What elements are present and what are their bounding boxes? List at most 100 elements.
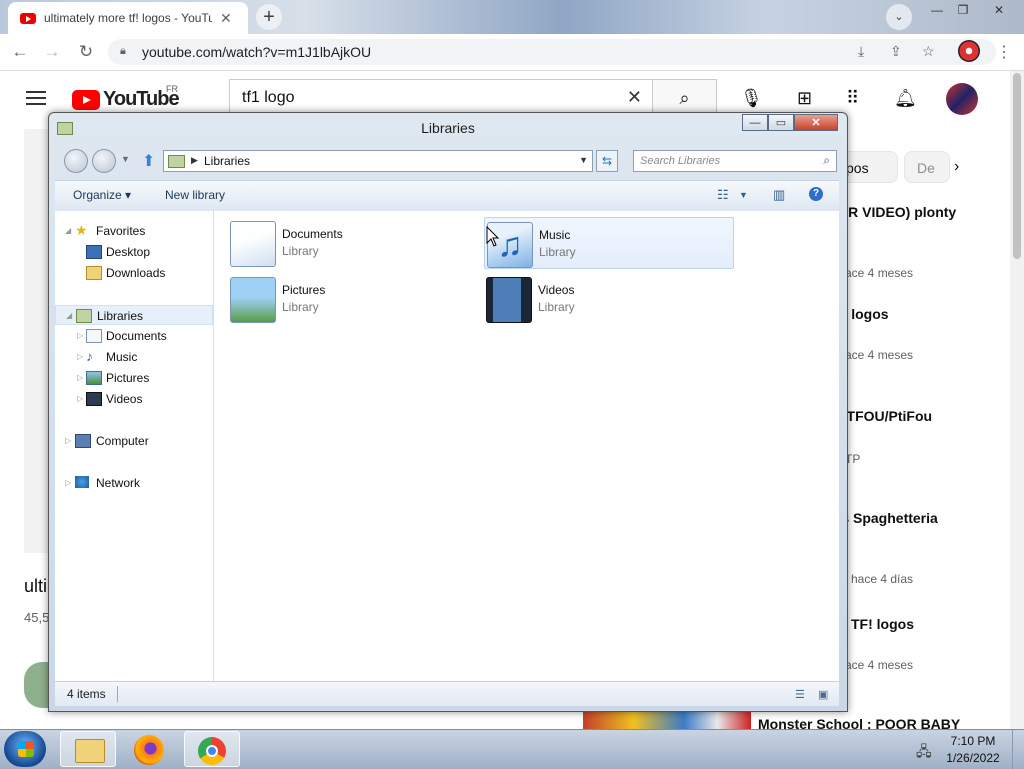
nav-network[interactable]: ▷ Network	[55, 473, 213, 493]
tab-search-button[interactable]: ⌄	[886, 4, 912, 30]
notifications-bell-icon[interactable]: 🔔︎	[894, 88, 917, 109]
related-video-title[interactable]: TF! logos	[851, 616, 914, 632]
clock-date[interactable]: 1/26/2022	[942, 751, 1004, 765]
library-pictures[interactable]: Pictures Library	[228, 273, 476, 325]
nav-music[interactable]: ▷ ♪ Music	[55, 347, 213, 367]
videos-film-icon	[86, 392, 102, 406]
breadcrumb[interactable]: Libraries	[204, 154, 250, 168]
nav-favorites[interactable]: ◢ ★ Favorites	[55, 221, 213, 241]
clear-search-icon[interactable]: ✕	[627, 87, 642, 108]
url-text: youtube.com/watch?v=m1J1lbAjkOU	[142, 44, 372, 60]
back-button[interactable]	[64, 149, 88, 173]
minimize-browser-button[interactable]: —	[924, 2, 950, 18]
menu-icon[interactable]	[26, 91, 46, 105]
new-tab-button[interactable]: +	[256, 4, 282, 30]
browser-toolbar: ← → ↻ 🔒︎ youtube.com/watch?v=m1J1lbAjkOU…	[0, 34, 1024, 71]
chip-de[interactable]: De	[904, 151, 950, 183]
organize-button[interactable]: Organize ▾	[73, 188, 131, 202]
nav-documents[interactable]: ▷ Documents	[55, 326, 213, 346]
nav-computer[interactable]: ▷ Computer	[55, 431, 213, 451]
microphone-icon[interactable]: 🎙︎	[740, 88, 763, 109]
command-bar: Organize ▾ New library ☷ ▼ ▥ ?	[55, 180, 839, 212]
nav-pictures[interactable]: ▷ Pictures	[55, 368, 213, 388]
library-videos[interactable]: Videos Library	[484, 273, 732, 325]
minimize-button[interactable]: —	[742, 114, 768, 131]
share-icon[interactable]: ⇪	[890, 43, 902, 60]
youtube-favicon-icon	[20, 12, 36, 24]
close-button[interactable]: ✕	[794, 114, 838, 131]
large-icons-view-icon[interactable]: ▣	[818, 688, 828, 701]
nav-videos[interactable]: ▷ Videos	[55, 389, 213, 409]
desktop-icon	[86, 245, 102, 259]
view-options-dropdown-icon[interactable]: ▼	[739, 190, 748, 200]
music-note-icon: ♪	[86, 348, 93, 364]
tab-close-icon[interactable]: ✕	[220, 10, 232, 27]
explorer-search-input[interactable]: Search Libraries ⌕	[633, 150, 837, 172]
related-video-meta: ace 4 meses	[845, 658, 914, 672]
new-library-button[interactable]: New library	[165, 188, 225, 202]
country-code: FR	[166, 84, 178, 94]
change-view-icon[interactable]: ☷	[717, 187, 729, 203]
network-tray-icon[interactable]: 🖧	[916, 741, 932, 765]
lock-icon: 🔒︎	[120, 45, 126, 57]
browser-tab[interactable]: ultimately more tf! logos - YouTube ✕	[8, 2, 248, 34]
breadcrumb-arrow-icon[interactable]: ▶	[191, 155, 198, 166]
page-scrollbar[interactable]	[1010, 71, 1024, 729]
documents-library-icon	[230, 221, 276, 267]
related-video-thumbnail[interactable]	[583, 712, 751, 730]
chrome-profile-avatar[interactable]	[958, 40, 980, 62]
maximize-button[interactable]: ▭	[768, 114, 794, 131]
taskbar-firefox-button[interactable]	[122, 731, 178, 767]
forward-button[interactable]	[92, 149, 116, 173]
create-video-icon[interactable]: ⊞	[797, 88, 812, 109]
preview-pane-icon[interactable]: ▥	[773, 187, 785, 203]
up-arrow-icon[interactable]: ⬆	[142, 151, 155, 171]
recent-pages-dropdown-icon[interactable]: ▼	[121, 154, 130, 164]
bookmark-star-icon[interactable]: ☆	[922, 43, 935, 60]
videos-library-icon	[486, 277, 532, 323]
start-button[interactable]	[4, 731, 46, 767]
explorer-address-bar[interactable]: ▶ Libraries ▼	[163, 150, 593, 172]
help-icon[interactable]: ?	[809, 187, 823, 201]
chrome-menu-icon[interactable]: ⋮	[996, 42, 1012, 62]
nav-desktop[interactable]: Desktop	[55, 242, 213, 262]
pictures-library-icon	[230, 277, 276, 323]
taskbar-chrome-button[interactable]	[184, 731, 240, 767]
reload-icon[interactable]: ↻	[76, 42, 96, 62]
related-video-title[interactable]: 's Spaghetteria	[838, 510, 938, 526]
documents-icon	[86, 329, 102, 343]
related-video-title[interactable]: !/TFOU/PtiFou	[838, 408, 932, 424]
search-query: tf1 logo	[242, 89, 295, 106]
related-video-meta: hace 4 días	[851, 572, 914, 586]
library-documents[interactable]: Documents Library	[228, 217, 476, 269]
back-icon[interactable]: ←	[10, 42, 30, 62]
status-bar: 4 items ☰ ▣	[55, 681, 839, 706]
video-title: ulti	[24, 576, 48, 596]
library-music[interactable]: ♫ Music Library	[484, 217, 734, 269]
forward-icon[interactable]: →	[42, 42, 62, 62]
related-video-title[interactable]: AR VIDEO) plonty	[838, 204, 956, 220]
details-view-icon[interactable]: ☰	[795, 688, 805, 701]
close-browser-button[interactable]: ✕	[986, 2, 1012, 18]
youtube-logo-icon[interactable]	[72, 90, 100, 110]
nav-downloads[interactable]: Downloads	[55, 263, 213, 283]
apps-grid-icon[interactable]: ⠿	[846, 88, 859, 109]
chrome-icon	[198, 737, 226, 765]
video-views: 45,5	[24, 610, 50, 625]
mouse-cursor-icon	[486, 226, 500, 247]
search-placeholder: Search Libraries	[640, 155, 721, 167]
address-dropdown-icon[interactable]: ▼	[579, 155, 588, 165]
clock-time[interactable]: 7:10 PM	[946, 734, 1000, 748]
nav-libraries[interactable]: ◢ Libraries	[55, 305, 213, 325]
restore-browser-button[interactable]: ❐	[950, 2, 976, 18]
pictures-icon	[86, 371, 102, 385]
refresh-button[interactable]: ⇆	[596, 150, 618, 172]
folder-icon	[75, 739, 105, 763]
show-desktop-button[interactable]	[1012, 730, 1024, 769]
chips-next-icon[interactable]: ›	[954, 158, 959, 176]
install-icon[interactable]: ⤓	[858, 43, 864, 60]
taskbar-explorer-button[interactable]	[60, 731, 116, 767]
address-bar[interactable]: 🔒︎ youtube.com/watch?v=m1J1lbAjkOU ⤓ ⇪ ☆	[108, 39, 996, 65]
youtube-account-avatar[interactable]	[946, 83, 978, 115]
downloads-folder-icon	[86, 266, 102, 280]
